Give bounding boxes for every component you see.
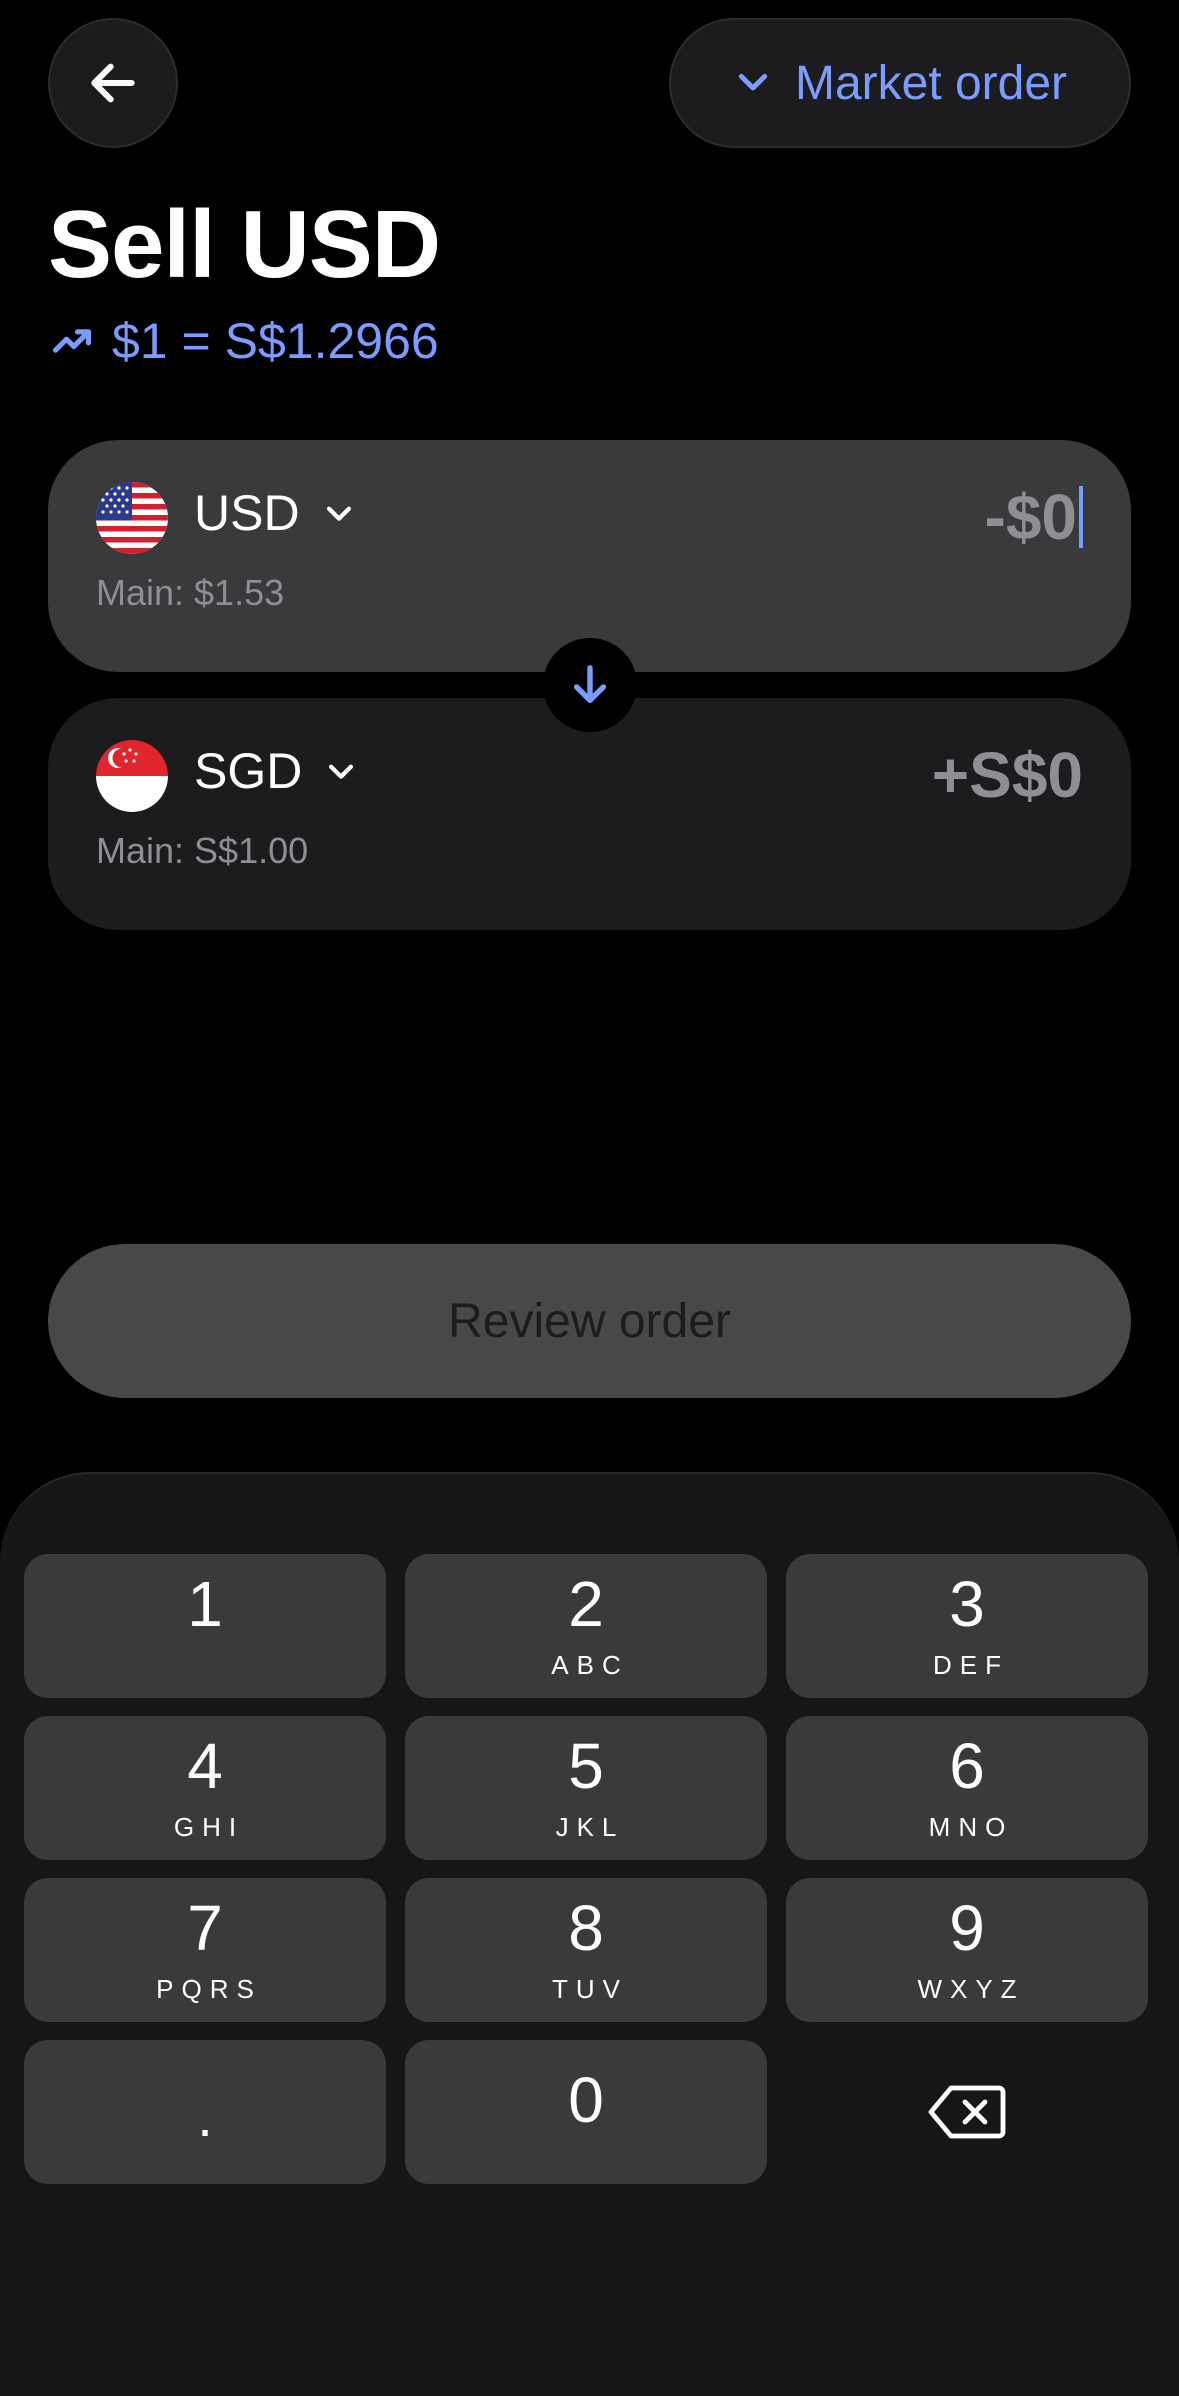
key-4[interactable]: 4 GHI bbox=[24, 1716, 386, 1860]
swap-direction-button[interactable] bbox=[543, 638, 637, 732]
sell-amount-input[interactable]: -$0 bbox=[984, 480, 1083, 554]
key-1[interactable]: 1 bbox=[24, 1554, 386, 1698]
market-order-label: Market order bbox=[794, 56, 1068, 110]
page-title: Sell USD bbox=[48, 191, 441, 298]
sell-currency-code: USD bbox=[194, 485, 300, 541]
backspace-icon bbox=[928, 2085, 1006, 2139]
arrow-down-icon bbox=[573, 665, 607, 704]
chevron-down-icon bbox=[326, 506, 351, 521]
key-9[interactable]: 9 WXYZ bbox=[786, 1878, 1148, 2022]
market-order-button[interactable]: Market order bbox=[669, 18, 1131, 148]
exchange-rate: $1 = S$1.2966 bbox=[50, 312, 439, 370]
key-8[interactable]: 8 TUV bbox=[405, 1878, 767, 2022]
sg-flag-icon bbox=[96, 740, 168, 812]
key-7[interactable]: 7 PQRS bbox=[24, 1878, 386, 2022]
exchange-rate-text: $1 = S$1.2966 bbox=[112, 313, 439, 369]
text-cursor bbox=[1079, 486, 1083, 548]
sell-currency-selector[interactable]: USD bbox=[194, 484, 356, 542]
review-order-button[interactable]: Review order bbox=[48, 1244, 1131, 1398]
sell-usd-screen: Market order Sell USD $1 = S$1.2966 USD … bbox=[0, 0, 1179, 2396]
back-button[interactable] bbox=[48, 18, 178, 148]
chevron-down-icon bbox=[329, 764, 354, 779]
key-3[interactable]: 3 DEF bbox=[786, 1554, 1148, 1698]
buy-amount-value: +S$0 bbox=[931, 739, 1083, 811]
key-2[interactable]: 2 ABC bbox=[405, 1554, 767, 1698]
sell-balance: Main: $1.53 bbox=[96, 572, 285, 613]
arrow-left-icon bbox=[91, 63, 135, 103]
key-6[interactable]: 6 MNO bbox=[786, 1716, 1148, 1860]
numeric-keypad: 1 2 ABC 3 DEF 4 GHI 5 JKL 6 MNO 7 PQRS 8 bbox=[0, 1472, 1179, 2396]
key-decimal[interactable]: . bbox=[24, 2040, 386, 2184]
buy-balance: Main: S$1.00 bbox=[96, 830, 309, 871]
chevron-down-icon bbox=[738, 73, 768, 91]
buy-currency-card[interactable]: SGD Main: S$1.00 +S$0 bbox=[48, 698, 1131, 930]
key-5[interactable]: 5 JKL bbox=[405, 1716, 767, 1860]
us-flag-icon bbox=[96, 482, 168, 554]
key-0[interactable]: 0 bbox=[405, 2040, 767, 2184]
trending-up-icon bbox=[52, 329, 92, 353]
key-delete[interactable] bbox=[786, 2040, 1148, 2184]
buy-currency-selector[interactable]: SGD bbox=[194, 742, 358, 800]
review-order-label: Review order bbox=[448, 1294, 731, 1348]
buy-currency-code: SGD bbox=[194, 743, 303, 799]
sell-amount-value: -$0 bbox=[984, 481, 1078, 553]
